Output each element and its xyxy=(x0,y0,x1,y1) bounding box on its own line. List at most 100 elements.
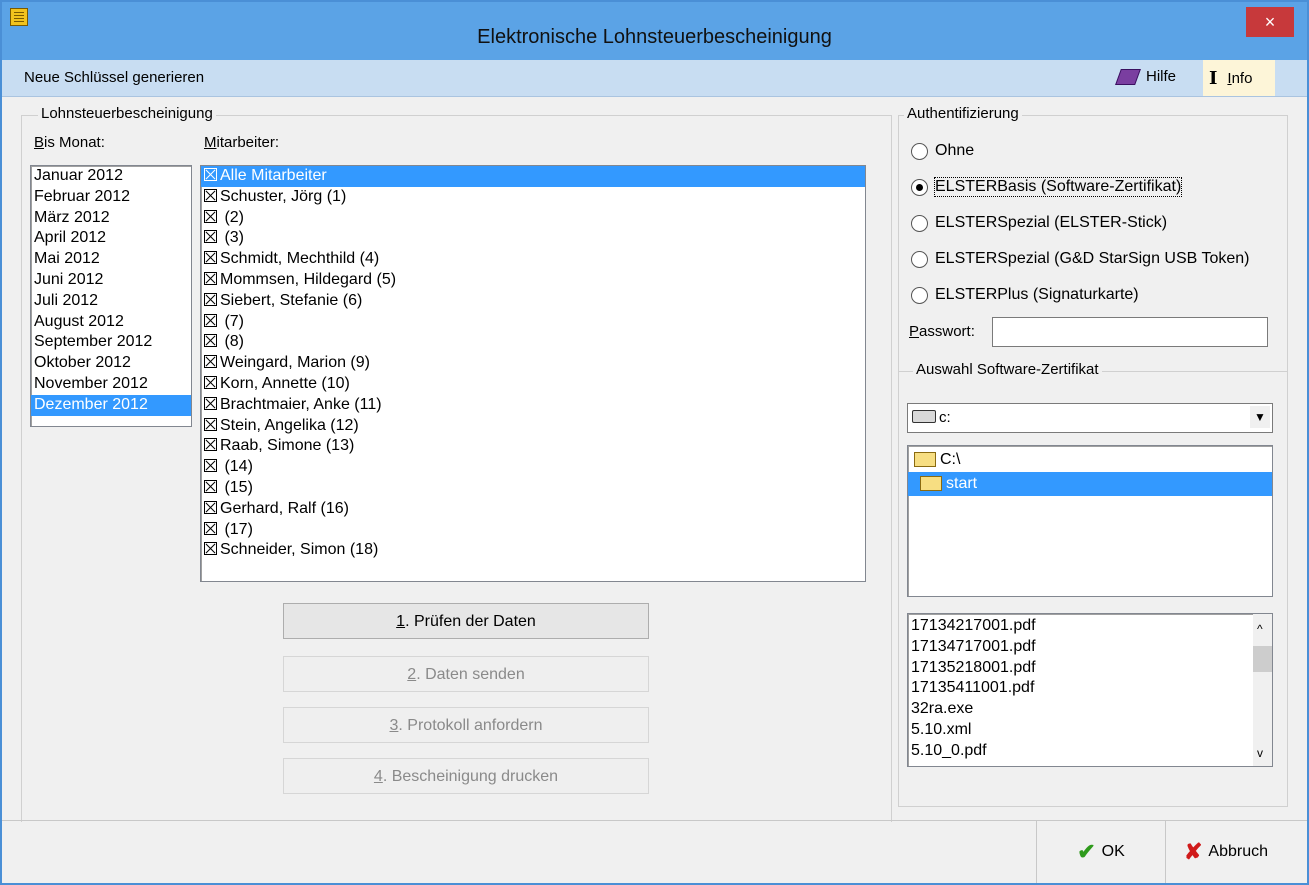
employee-item[interactable]: Siebert, Stefanie (6) xyxy=(201,291,865,312)
month-item[interactable]: August 2012 xyxy=(31,312,191,333)
employee-item[interactable]: Schuster, Jörg (1) xyxy=(201,187,865,208)
checkbox-icon[interactable] xyxy=(204,313,217,327)
scroll-thumb[interactable] xyxy=(1253,646,1272,672)
checkbox-icon[interactable] xyxy=(204,251,217,265)
employee-item[interactable]: (17) xyxy=(201,520,865,541)
employee-label: (17) xyxy=(220,520,253,538)
month-item[interactable]: Mai 2012 xyxy=(31,249,191,270)
request-protocol-button[interactable]: 3. Protokoll anfordern xyxy=(283,707,649,743)
auth-option[interactable]: ELSTERSpezial (G&D StarSign USB Token) xyxy=(911,250,1250,268)
password-label: Passwort: xyxy=(909,323,975,340)
checkbox-icon[interactable] xyxy=(204,500,217,514)
month-item[interactable]: Januar 2012 xyxy=(31,166,191,187)
auth-option[interactable]: Ohne xyxy=(911,142,974,160)
employee-item[interactable]: (2) xyxy=(201,208,865,229)
file-item[interactable]: 5.10_0.pdf xyxy=(908,741,1272,762)
employee-item[interactable]: (14) xyxy=(201,457,865,478)
folder-item[interactable]: start xyxy=(908,472,1272,496)
checkbox-icon[interactable] xyxy=(204,188,217,202)
employee-item[interactable]: (8) xyxy=(201,332,865,353)
checkbox-icon[interactable] xyxy=(204,230,217,244)
employee-item[interactable]: Gerhard, Ralf (16) xyxy=(201,499,865,520)
ok-button[interactable]: ✔ OK xyxy=(1036,820,1165,883)
radio-icon[interactable] xyxy=(911,286,928,304)
month-item[interactable]: März 2012 xyxy=(31,208,191,229)
file-list[interactable]: 17134217001.pdf 17134717001.pdf 1713521800… xyxy=(907,613,1273,767)
employee-item[interactable]: (7) xyxy=(201,312,865,333)
cert-group-title: Auswahl Software-Zertifikat xyxy=(913,361,1102,378)
scroll-down-icon[interactable]: v xyxy=(1257,746,1263,760)
month-item[interactable]: September 2012 xyxy=(31,332,191,353)
month-item[interactable]: Juli 2012 xyxy=(31,291,191,312)
employee-item[interactable]: Alle Mitarbeiter xyxy=(201,166,865,187)
scroll-up-icon[interactable]: ^ xyxy=(1257,622,1263,636)
radio-icon[interactable] xyxy=(911,250,928,268)
info-button[interactable]: I Info xyxy=(1203,60,1275,96)
employee-item[interactable]: Stein, Angelika (12) xyxy=(201,416,865,437)
month-item[interactable]: Februar 2012 xyxy=(31,187,191,208)
checkbox-icon[interactable] xyxy=(204,355,217,369)
tax-group-title: Lohnsteuerbescheinigung xyxy=(38,105,216,122)
employee-item[interactable]: Mommsen, Hildegard (5) xyxy=(201,270,865,291)
month-item[interactable]: Oktober 2012 xyxy=(31,353,191,374)
print-certificate-button[interactable]: 4. Bescheinigung drucken xyxy=(283,758,649,794)
toolbar: Neue Schlüssel generieren Hilfe I Info xyxy=(2,60,1307,97)
cancel-button[interactable]: ✘ Abbruch xyxy=(1165,820,1286,883)
month-item[interactable]: April 2012 xyxy=(31,228,191,249)
month-item[interactable]: Dezember 2012 xyxy=(31,394,191,416)
new-keys-button[interactable]: Neue Schlüssel generieren xyxy=(24,69,204,86)
checkbox-icon[interactable] xyxy=(204,271,217,285)
auth-option[interactable]: ELSTERSpezial (ELSTER-Stick) xyxy=(911,214,1167,232)
check-data-button[interactable]: 1. Prüfen der Daten xyxy=(283,603,649,639)
month-item[interactable]: November 2012 xyxy=(31,374,191,395)
checkbox-icon[interactable] xyxy=(204,542,217,556)
checkbox-icon[interactable] xyxy=(204,375,217,389)
employee-item[interactable]: Raab, Simone (13) xyxy=(201,436,865,457)
file-item[interactable]: 32ra.exe xyxy=(908,699,1272,720)
folder-label: C:\ xyxy=(940,451,961,468)
folder-item[interactable]: C:\ xyxy=(908,448,1272,472)
help-button[interactable]: Hilfe xyxy=(1115,68,1176,85)
checkbox-icon[interactable] xyxy=(204,168,217,181)
file-item[interactable]: 5.10.xml xyxy=(908,720,1272,741)
file-item[interactable]: 17134717001.pdf xyxy=(908,637,1272,658)
employee-item[interactable]: (15) xyxy=(201,478,865,499)
employee-label: Schneider, Simon (18) xyxy=(220,541,379,559)
checkbox-icon[interactable] xyxy=(204,521,217,535)
file-item[interactable]: 17135218001.pdf xyxy=(908,658,1272,679)
month-list[interactable]: Januar 2012 Februar 2012 März 2012 April 20… xyxy=(30,165,192,427)
checkbox-icon[interactable] xyxy=(204,438,217,452)
checkbox-icon[interactable] xyxy=(204,334,217,348)
employee-label: Weingard, Marion (9) xyxy=(220,354,370,372)
employee-item[interactable]: Weingard, Marion (9) xyxy=(201,353,865,374)
checkbox-icon[interactable] xyxy=(204,417,217,431)
employee-item[interactable]: Brachtmaier, Anke (11) xyxy=(201,395,865,416)
checkbox-icon[interactable] xyxy=(204,396,217,410)
employee-item[interactable]: (3) xyxy=(201,228,865,249)
checkbox-icon[interactable] xyxy=(204,459,217,473)
drive-select[interactable]: c: ▼ xyxy=(907,403,1273,433)
checkbox-icon[interactable] xyxy=(204,209,217,223)
file-item[interactable]: 17135411001.pdf xyxy=(908,678,1272,699)
radio-icon[interactable] xyxy=(911,178,928,196)
employee-list[interactable]: Alle Mitarbeiter Schuster, Jörg (1) (2) (… xyxy=(200,165,866,582)
employee-item[interactable]: Schneider, Simon (18) xyxy=(201,540,865,561)
checkbox-icon[interactable] xyxy=(204,292,217,306)
radio-icon[interactable] xyxy=(911,214,928,232)
month-item[interactable]: Juni 2012 xyxy=(31,270,191,291)
employee-item[interactable]: Schmidt, Mechthild (4) xyxy=(201,249,865,270)
employee-label: (15) xyxy=(220,478,253,496)
auth-option[interactable]: ELSTERPlus (Signaturkarte) xyxy=(911,286,1139,304)
auth-option[interactable]: ELSTERBasis (Software-Zertifikat) xyxy=(911,177,1183,197)
radio-icon[interactable] xyxy=(911,142,928,160)
file-item[interactable]: 17134217001.pdf xyxy=(908,616,1272,637)
file-list-scrollbar[interactable]: ^ v xyxy=(1253,614,1272,766)
checkbox-icon[interactable] xyxy=(204,479,217,493)
send-data-button[interactable]: 2. Daten senden xyxy=(283,656,649,692)
password-field[interactable] xyxy=(992,317,1268,347)
chevron-down-icon[interactable]: ▼ xyxy=(1250,406,1270,428)
employee-item[interactable]: Korn, Annette (10) xyxy=(201,374,865,395)
employee-label: (7) xyxy=(220,312,244,330)
close-button[interactable]: × xyxy=(1246,7,1294,37)
folder-tree[interactable]: C:\ start xyxy=(907,445,1273,597)
